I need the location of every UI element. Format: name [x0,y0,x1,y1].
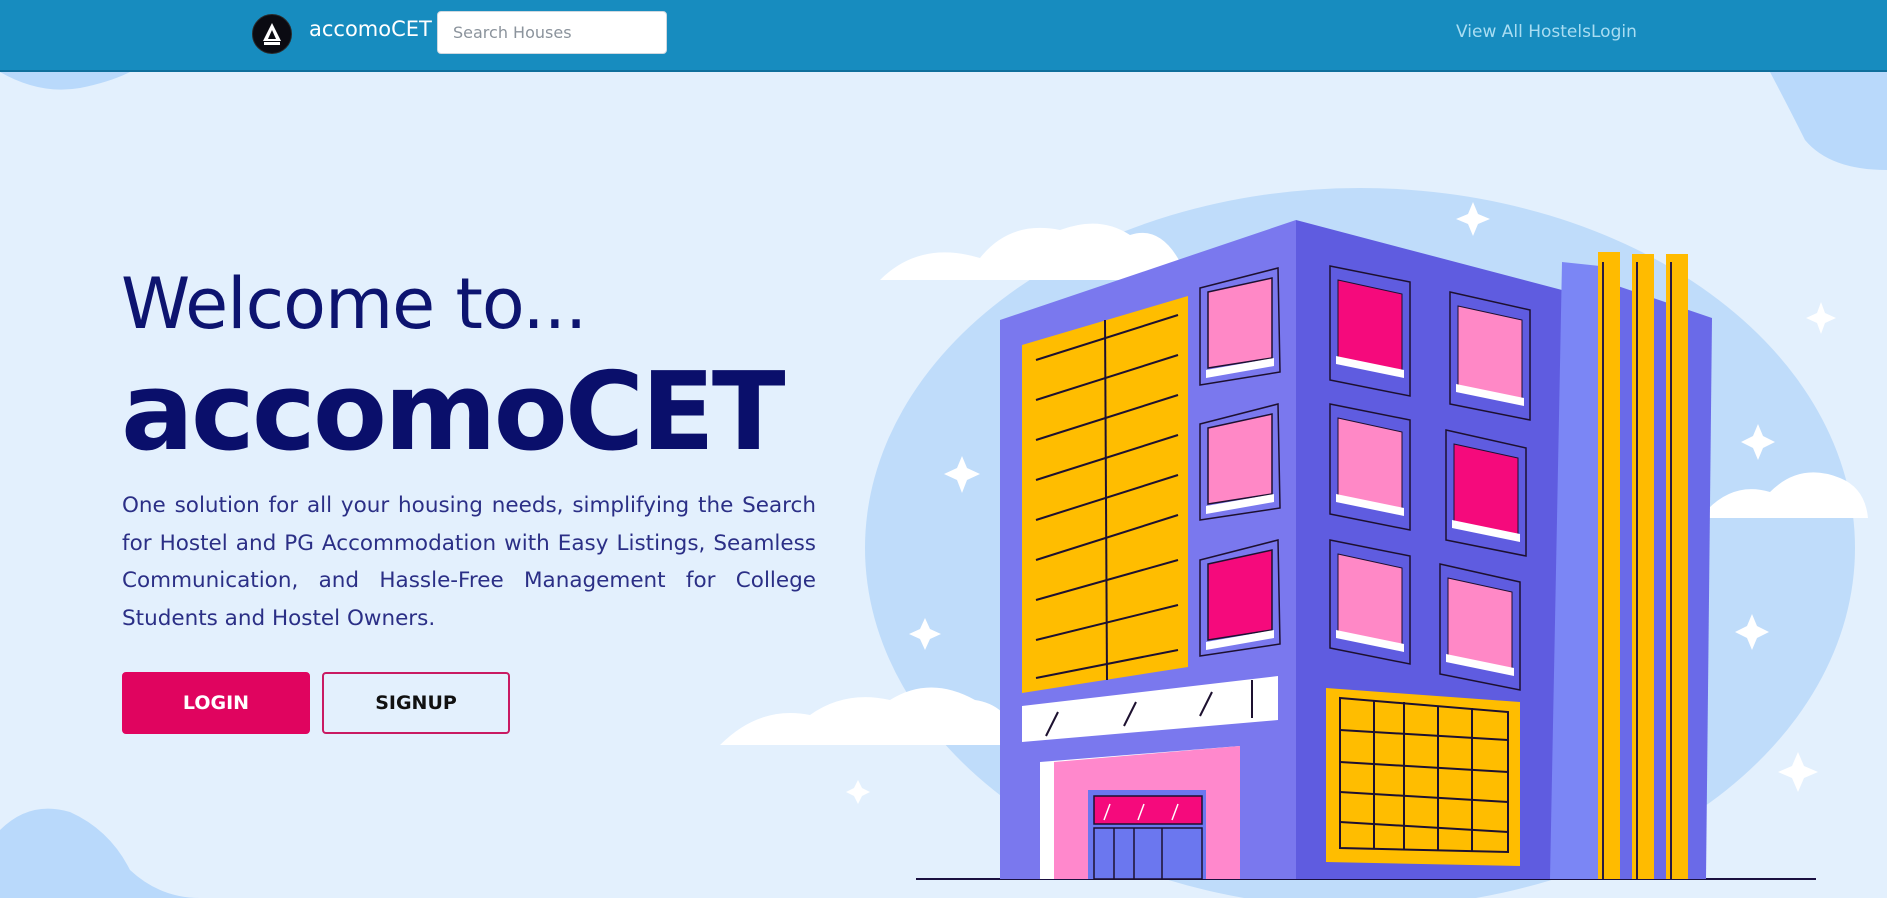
brand-name[interactable]: accomoCET [309,17,432,41]
navbar: accomoCET View All Hostels Login [0,0,1887,72]
nav-link-view-all-hostels[interactable]: View All Hostels [1456,22,1591,42]
accomocet-logo-icon[interactable] [252,14,292,54]
hero-title: accomoCET [121,350,786,475]
nav-link-login[interactable]: Login [1591,22,1637,42]
hero-illustration [0,72,1887,898]
signup-button[interactable]: SIGNUP [322,672,510,734]
search-input[interactable] [437,11,667,54]
hero-description: One solution for all your housing needs,… [122,493,816,631]
login-button[interactable]: LOGIN [122,672,310,734]
hero-welcome-text: Welcome to... [121,263,587,345]
